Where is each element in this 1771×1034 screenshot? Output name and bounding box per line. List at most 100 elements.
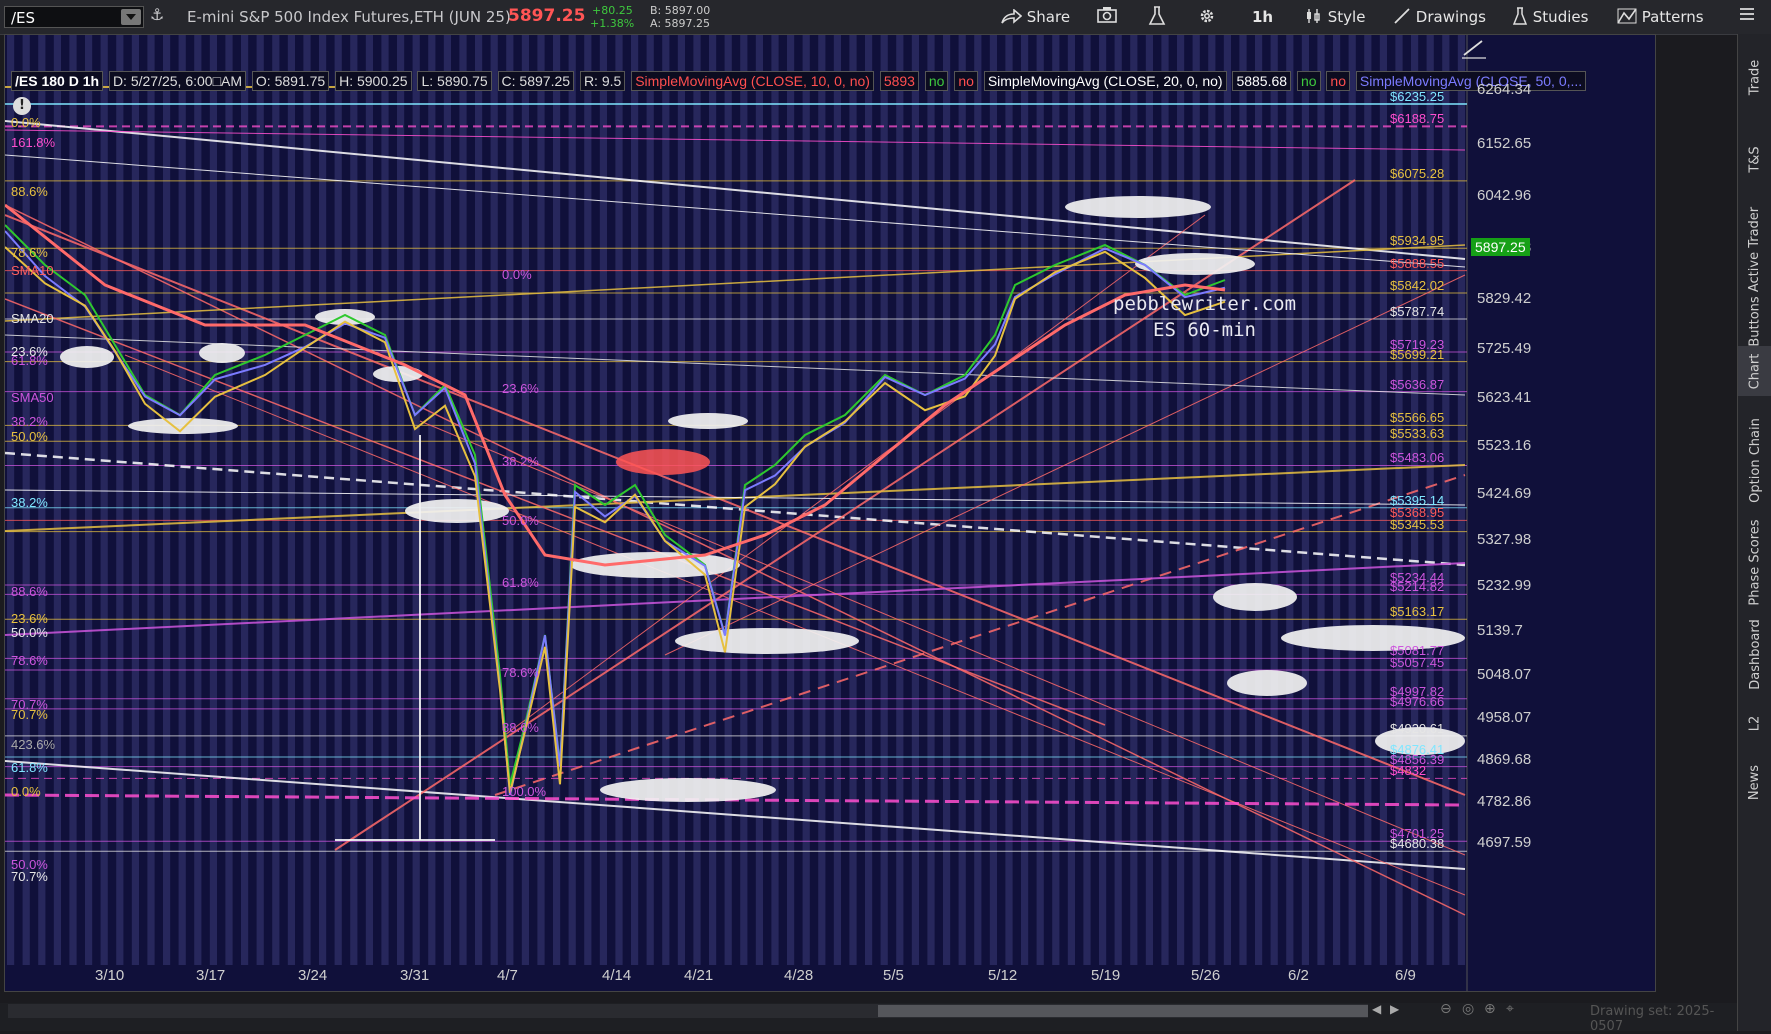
scrollbar-thumb[interactable] (878, 1005, 1368, 1017)
sma10-legend[interactable]: SimpleMovingAvg (CLOSE, 10, 0, no) (631, 71, 874, 91)
drawings-button[interactable]: Drawings (1393, 6, 1486, 28)
patterns-button[interactable]: Patterns (1617, 6, 1704, 28)
fib-label: SMA20 (11, 311, 54, 326)
session-stripe (1379, 35, 1387, 965)
side-tab-l2[interactable]: L2 (1738, 698, 1771, 748)
patterns-icon (1617, 8, 1637, 24)
side-tab-label: Buttons (1747, 295, 1763, 347)
horizontal-scrollbar[interactable] (8, 1004, 1368, 1018)
zoom-out-icon[interactable]: ⊖ (1440, 1001, 1452, 1017)
target-ellipse (1227, 670, 1307, 696)
price-tick-label: 5048.07 (1477, 665, 1532, 683)
session-stripe (209, 35, 217, 965)
scroll-right-icon[interactable]: ▶ (1390, 1002, 1399, 1016)
horizontal-levels (5, 102, 1467, 852)
chevron-down-icon[interactable] (121, 9, 141, 25)
snapshot-button[interactable] (1097, 6, 1117, 28)
date-tick-label: 4/14 (602, 967, 632, 984)
alert-icon[interactable]: ! (13, 97, 31, 115)
target-ellipse (570, 552, 740, 578)
watermark: pebblewriter.com ES 60-min (1113, 291, 1296, 343)
fib-label-mid: 88.6% (502, 720, 539, 735)
side-tab-option-chain[interactable]: Option Chain (1738, 410, 1771, 510)
price-axis[interactable]: 6264.346152.656042.965935.235829.425725.… (1467, 35, 1655, 991)
price-level-label: $5163.17 (1390, 604, 1445, 620)
session-stripe (53, 35, 61, 965)
bottom-bar: ◀ ▶ ⊖ ◎ ⊕ ⌖ Drawing set: 2025-0507 (0, 1001, 1737, 1034)
fib-label: 70.7% (11, 707, 48, 722)
session-stripe (1348, 35, 1356, 965)
side-tab-t-s[interactable]: T&S (1738, 124, 1771, 194)
bar-date: D: 5/27/25, 6:00□AM (108, 71, 247, 91)
price-tick-label: 5139.7 (1477, 621, 1523, 639)
side-tab-dashboard[interactable]: Dashboard (1738, 614, 1771, 694)
side-tab-news[interactable]: News (1738, 752, 1771, 812)
session-stripe (833, 35, 841, 965)
drawings-label: Drawings (1415, 8, 1486, 26)
price-level-label: $4680.38 (1390, 836, 1445, 852)
price-level-label: $6188.75 (1390, 111, 1445, 127)
session-stripe (1099, 35, 1107, 965)
side-tab-chart[interactable]: Chart (1738, 346, 1771, 396)
link-icon[interactable]: ⚓ (150, 5, 164, 24)
fib-label: 423.6% (11, 737, 56, 752)
price-tick-label: 6152.65 (1477, 134, 1532, 152)
price-level-label: $5636.87 (1390, 376, 1445, 392)
session-stripe (771, 35, 779, 965)
fib-label: 78.6% (11, 245, 48, 260)
session-stripe (802, 35, 810, 965)
menu-button[interactable] (1738, 6, 1756, 28)
fib-label: 0.0% (11, 115, 41, 130)
session-stripe (1067, 35, 1075, 965)
scroll-left-icon[interactable]: ◀ (1372, 1002, 1381, 1016)
timeframe-button[interactable]: 1h (1252, 6, 1273, 28)
target-ellipse (405, 499, 509, 523)
last-price-tag: 5897.25 (1471, 238, 1530, 256)
fib-label-mid: 100.0% (502, 784, 547, 799)
price-level-label: $5214.82 (1390, 579, 1445, 595)
fib-label: 61.8% (11, 353, 48, 368)
session-stripe (662, 35, 670, 965)
settings-button[interactable] (1197, 6, 1217, 28)
studies-label: Studies (1532, 8, 1589, 26)
fib-label: 61.8% (11, 760, 48, 775)
date-axis[interactable]: 3/10 3/17 3/24 3/31 4/7 4/14 4/21 4/28 5/5 5/12 5/… (5, 963, 1467, 991)
session-stripe (350, 35, 358, 965)
menu-icon (1740, 8, 1754, 20)
session-stripe (896, 35, 904, 965)
fib-label: 38.2% (11, 414, 48, 429)
side-tab-phase-scores[interactable]: Phase Scores (1738, 512, 1771, 612)
zoom-reset-icon[interactable]: ◎ (1462, 1001, 1474, 1017)
fib-label: SMA50 (11, 390, 54, 405)
side-tab-buttons[interactable]: Buttons (1738, 296, 1771, 346)
session-stripe (1208, 35, 1216, 965)
side-tab-active-trader[interactable]: Active Trader (1738, 204, 1771, 294)
session-stripe (1145, 35, 1153, 965)
date-tick-label: 3/17 (196, 967, 226, 984)
gear-icon (1200, 9, 1214, 23)
watermark-site: pebblewriter.com (1113, 293, 1297, 315)
chart-title: /ES 180 D 1h (11, 71, 104, 91)
date-tick-label: 3/24 (298, 967, 328, 984)
studies-button[interactable]: Studies (1512, 6, 1588, 28)
fib-label: 0.0% (11, 784, 41, 799)
style-button[interactable]: Style (1305, 6, 1365, 28)
price-tick-label: 6042.96 (1477, 187, 1532, 205)
fib-label: 50.0% (11, 625, 48, 640)
date-tick-label: 4/7 (497, 967, 518, 984)
watermark-timeframe: ES 60-min (1153, 319, 1256, 341)
date-tick-label: 4/21 (684, 967, 714, 984)
session-shading (7, 35, 1465, 965)
price-level-label: $5787.74 (1390, 304, 1445, 320)
session-stripe (490, 35, 498, 965)
flask-button[interactable] (1148, 6, 1166, 28)
symbol-selector[interactable]: /ES (4, 6, 144, 28)
session-stripe (1223, 35, 1231, 965)
zoom-in-icon[interactable]: ⊕ (1484, 1001, 1496, 1017)
crosshair-icon[interactable]: ⌖ (1506, 1001, 1514, 1017)
chart-area[interactable]: /ES 180 D 1h D: 5/27/25, 6:00□AM O: 5891… (4, 34, 1656, 992)
sma20-legend[interactable]: SimpleMovingAvg (CLOSE, 20, 0, no) (983, 71, 1227, 91)
side-tab-trade[interactable]: Trade (1738, 42, 1771, 112)
share-button[interactable]: Share (1000, 6, 1070, 28)
session-stripe (1036, 35, 1044, 965)
